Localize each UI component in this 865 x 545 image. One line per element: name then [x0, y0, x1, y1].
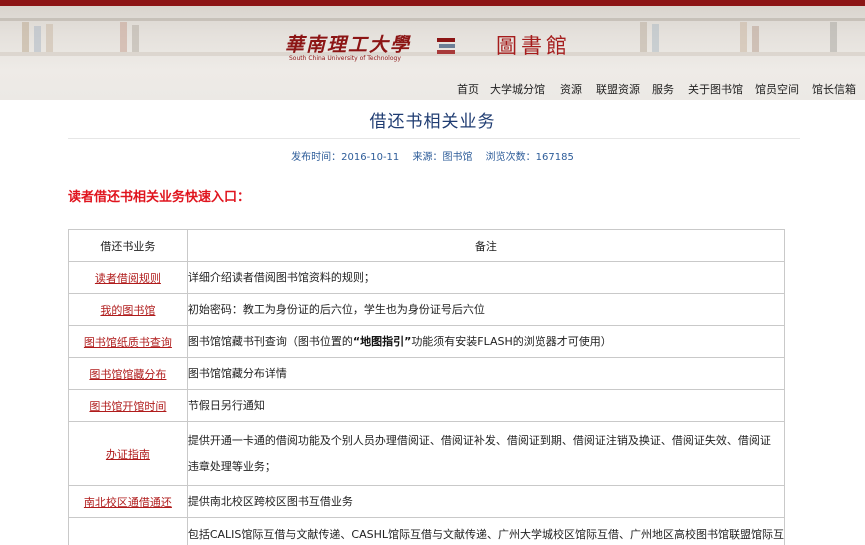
row-note: 提供开通一卡通的借阅功能及个别人员办理借阅证、借阅证补发、借阅证到期、借阅证注销…	[186, 421, 786, 486]
article-meta: 发布时间：2016-10-11 来源：图书馆 浏览次数：167185	[0, 148, 865, 163]
views-info: 浏览次数：167185	[486, 152, 574, 163]
table-row: 我的图书馆 初始密码：教工为身份证的后六位，学生也为身份证号后六位	[68, 293, 786, 326]
table-cell: 图书馆馆藏分布	[68, 357, 188, 390]
page-title: 借还书相关业务	[369, 112, 496, 132]
bookshelf-background	[34, 26, 41, 52]
link-campus-loan[interactable]: 南北校区通借通还	[84, 496, 172, 509]
table-row: 图书馆纸质书查询 图书馆馆藏书刊查询（图书位置的“地图指引”功能须有安装FLAS…	[68, 325, 786, 358]
link-opening-hours[interactable]: 图书馆开馆时间	[89, 400, 166, 413]
books-icon	[437, 38, 455, 54]
table-row: 包括CALIS馆际互借与文献传递、CASHL馆际互借与文献传递、广州大学城校区馆…	[68, 517, 786, 545]
map-guide-text: “地图指引”	[352, 334, 412, 348]
publish-date: 2016-10-11	[341, 152, 400, 163]
bookshelf-background	[740, 22, 747, 52]
university-name-cn: 華南理工大學	[285, 34, 412, 56]
views-count: 167185	[535, 152, 574, 163]
note-text: 图书馆馆藏书刊查询（图书位置的	[187, 334, 353, 348]
column-header-business: 借还书业务	[68, 229, 188, 262]
bookshelf-background	[46, 24, 53, 52]
link-collection-distribution[interactable]: 图书馆馆藏分布	[89, 368, 166, 381]
note-text: 功能须有安装FLASH的浏览器才可使用）	[411, 334, 612, 348]
nav-item-services[interactable]: 服务	[652, 81, 674, 97]
nav-item-home[interactable]: 首页	[457, 81, 479, 97]
business-table: 借还书业务 备注 读者借阅规则 详细介绍读者借阅图书馆资料的规则； 我的图书馆 …	[68, 229, 786, 545]
link-card-guide[interactable]: 办证指南	[106, 448, 150, 461]
section-heading: 读者借还书相关业务快速入口：	[68, 190, 251, 205]
bookshelf-background	[0, 18, 865, 21]
table-cell: 南北校区通借通还	[68, 485, 188, 518]
views-label: 浏览次数：	[485, 152, 536, 163]
note-line: 违章处理等业务；	[187, 459, 276, 473]
link-my-library[interactable]: 我的图书馆	[100, 304, 155, 317]
bookshelf-background	[652, 24, 659, 52]
nav-item-staff-space[interactable]: 馆员空间	[755, 81, 799, 97]
nav-item-about-library[interactable]: 关于图书馆	[688, 81, 743, 97]
table-header-row: 借还书业务 备注	[68, 229, 786, 262]
bookshelf-background	[0, 52, 865, 56]
row-note: 节假日另行通知	[186, 389, 786, 422]
university-logo[interactable]: 華南理工大學 South China University of Technol…	[285, 30, 409, 66]
table-cell: 图书馆纸质书查询	[68, 325, 188, 358]
table-row: 读者借阅规则 详细介绍读者借阅图书馆资料的规则；	[68, 261, 786, 294]
source-value: 图书馆	[442, 152, 473, 163]
publish-info: 发布时间：2016-10-11	[291, 152, 399, 163]
bookshelf-background	[830, 22, 837, 52]
table-cell: 图书馆开馆时间	[68, 389, 188, 422]
table-row: 图书馆馆藏分布 图书馆馆藏分布详情	[68, 357, 786, 390]
nav-item-university-town-branch[interactable]: 大学城分馆	[490, 81, 545, 97]
table-cell: 读者借阅规则	[68, 261, 188, 294]
row-note: 图书馆馆藏书刊查询（图书位置的“地图指引”功能须有安装FLASH的浏览器才可使用…	[186, 325, 786, 358]
site-header: 華南理工大學 South China University of Technol…	[0, 0, 865, 100]
bookshelf-background	[752, 26, 759, 52]
library-name: 圖書館	[496, 34, 571, 58]
row-note: 初始密码：教工为身份证的后六位，学生也为身份证号后六位	[186, 293, 786, 326]
source-label: 来源：	[412, 152, 443, 163]
table-row: 南北校区通借通还 提供南北校区跨校区图书互借业务	[68, 485, 786, 518]
bookshelf-background	[640, 22, 647, 52]
university-name-en: South China University of Technology	[289, 55, 401, 62]
bookshelf-background	[132, 25, 139, 52]
column-header-notes: 备注	[186, 229, 786, 262]
nav-item-director-mailbox[interactable]: 馆长信箱	[812, 81, 856, 97]
table-cell: 办证指南	[68, 421, 188, 486]
table-cell	[68, 517, 188, 545]
link-borrowing-rules[interactable]: 读者借阅规则	[95, 272, 161, 285]
bookshelf-background	[22, 22, 29, 52]
bookshelf-background	[120, 22, 127, 52]
link-print-book-search[interactable]: 图书馆纸质书查询	[84, 336, 172, 349]
publish-label: 发布时间：	[291, 152, 342, 163]
title-divider	[68, 138, 800, 139]
row-note: 详细介绍读者借阅图书馆资料的规则；	[186, 261, 786, 294]
nav-item-resources[interactable]: 资源	[560, 81, 582, 97]
row-note: 提供南北校区跨校区图书互借业务	[186, 485, 786, 518]
row-note: 图书馆馆藏分布详情	[186, 357, 786, 390]
row-note: 包括CALIS馆际互借与文献传递、CASHL馆际互借与文献传递、广州大学城校区馆…	[186, 517, 786, 545]
table-cell: 我的图书馆	[68, 293, 188, 326]
source-info: 来源：图书馆	[412, 152, 472, 163]
note-line: 提供开通一卡通的借阅功能及个别人员办理借阅证、借阅证补发、借阅证到期、借阅证注销…	[187, 433, 771, 447]
nav-item-alliance-resources[interactable]: 联盟资源	[596, 81, 640, 97]
header-top-bar	[0, 0, 865, 6]
table-row: 办证指南 提供开通一卡通的借阅功能及个别人员办理借阅证、借阅证补发、借阅证到期、…	[68, 421, 786, 486]
table-row: 图书馆开馆时间 节假日另行通知	[68, 389, 786, 422]
main-nav: 首页 大学城分馆 资源 联盟资源 服务 关于图书馆 馆员空间 馆长信箱	[0, 81, 865, 97]
